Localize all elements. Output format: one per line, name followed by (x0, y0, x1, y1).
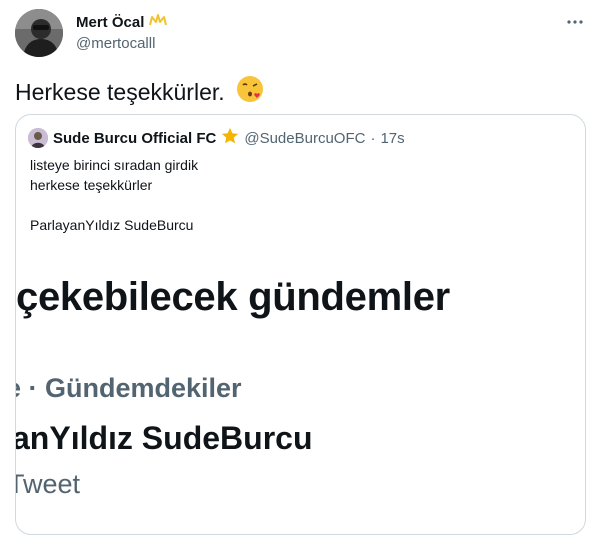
kiss-emoji (235, 74, 265, 110)
quoted-line: ParlayanYıldız SudeBurcu (30, 217, 194, 233)
quoted-timestamp: 17s (380, 129, 405, 147)
quoted-separator: · (370, 129, 376, 147)
author-name-row[interactable]: Mert Öcal (76, 13, 168, 31)
quoted-tweet-header: Sude Burcu Official FC @SudeBurcuOFC · 1… (28, 127, 405, 149)
quoted-author-handle: @SudeBurcuOFC (244, 129, 366, 147)
quoted-line: listeye birinci sıradan girdik (30, 157, 199, 173)
star-badge-icon (221, 127, 239, 149)
quoted-tweet-text: listeye birinci sıradan girdik herkese t… (30, 155, 198, 235)
quoted-line: herkese teşekkürler (30, 177, 153, 193)
quoted-line (30, 195, 198, 215)
quoted-author-avatar (28, 128, 48, 148)
quoted-media-image[interactable]: çekebilecek gündemler e · Gündemdekiler … (16, 255, 585, 534)
tweet-text: Herkese teşekkürler. (15, 74, 265, 110)
tweet-text-content: Herkese teşekkürler. (15, 78, 225, 105)
author-handle[interactable]: @mertocalll (76, 35, 155, 52)
more-dots-icon (567, 20, 583, 24)
quoted-author-name: Sude Burcu Official FC (53, 129, 217, 147)
crown-badge-icon (149, 13, 168, 31)
author-name[interactable]: Mert Öcal (76, 14, 144, 31)
author-avatar[interactable] (15, 9, 63, 57)
avatar-photo (15, 9, 63, 57)
media-heading: çekebilecek gündemler (16, 275, 450, 319)
media-trend-name: anYıldız SudeBurcu (16, 420, 313, 456)
media-trend-meta: e · Gündemdekiler (16, 373, 242, 403)
more-options-button[interactable] (560, 10, 590, 34)
quoted-tweet-card[interactable]: Sude Burcu Official FC @SudeBurcuOFC · 1… (15, 114, 586, 535)
media-trend-count: Tweet (16, 469, 81, 499)
